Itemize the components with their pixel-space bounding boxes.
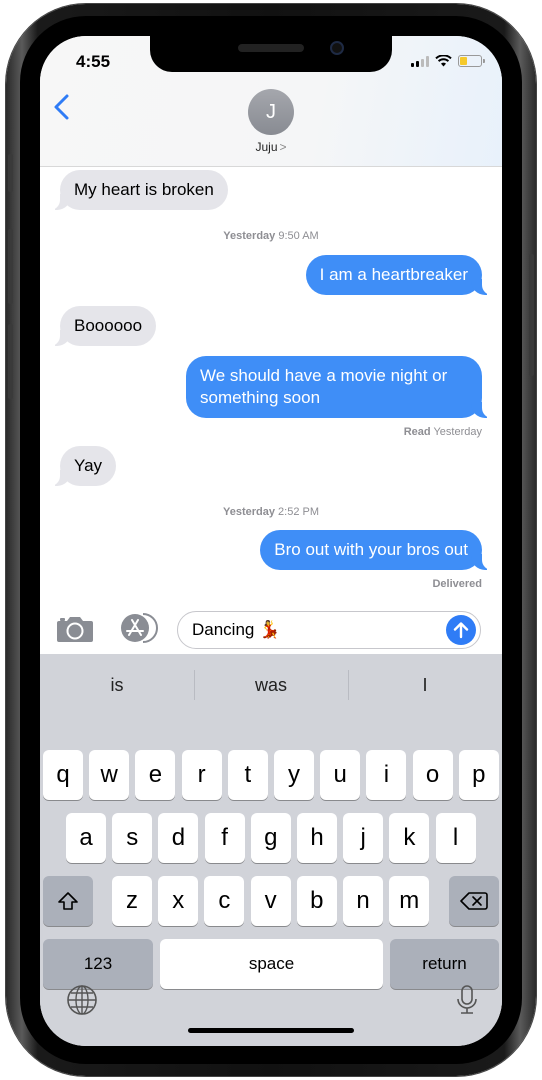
key-z[interactable]: z	[112, 876, 152, 926]
message-text: I am a heartbreaker	[319, 265, 468, 284]
contact-name: Juju	[255, 140, 278, 154]
delivery-receipt: Delivered	[432, 578, 482, 590]
key-g[interactable]: g	[250, 813, 291, 863]
timestamp: Yesterday 9:50 AM	[40, 230, 502, 242]
numbers-key[interactable]: 123	[43, 939, 153, 989]
timestamp-day: Yesterday	[223, 230, 276, 242]
app-store-button[interactable]	[117, 612, 159, 644]
message-bubble-incoming[interactable]: Yay	[49, 446, 117, 486]
message-text: Bro out with your bros out	[274, 540, 468, 559]
return-key[interactable]: return	[390, 939, 499, 989]
volume-up-button	[8, 229, 13, 304]
send-button[interactable]	[446, 615, 476, 645]
key-x[interactable]: x	[158, 876, 199, 926]
keyboard: is was I qwertyuiopasdfghjklzxcvbnm 123 …	[40, 654, 502, 1046]
speaker-grille	[238, 44, 304, 52]
suggestion-3[interactable]: I	[348, 654, 502, 716]
key-s[interactable]: s	[112, 813, 153, 863]
timestamp-time: 9:50 AM	[278, 230, 319, 242]
wifi-icon	[435, 55, 452, 67]
key-w[interactable]: w	[89, 750, 130, 800]
app-store-icon	[121, 613, 158, 643]
dictation-button[interactable]	[456, 984, 478, 1016]
key-e[interactable]: e	[135, 750, 176, 800]
message-text: My heart is broken	[74, 180, 214, 199]
contact-name-button[interactable]: Juju >	[40, 140, 502, 154]
message-text: Yay	[74, 456, 103, 475]
battery-icon	[458, 55, 485, 67]
key-a[interactable]: a	[66, 813, 106, 863]
message-text: Boooooo	[74, 316, 143, 335]
timestamp-time: 2:52 PM	[278, 506, 319, 518]
key-u[interactable]: u	[320, 750, 361, 800]
receipt-status: Read	[403, 426, 431, 438]
message-input-value: Dancing 💃	[192, 620, 281, 639]
chevron-right-icon: >	[279, 140, 287, 154]
key-k[interactable]: k	[389, 813, 430, 863]
shift-icon	[58, 892, 78, 910]
message-bubble-outgoing[interactable]: Bro out with your bros out	[260, 530, 492, 570]
predictive-bar: is was I	[40, 654, 502, 716]
message-bubble-outgoing[interactable]: We should have a movie night or somethin…	[186, 356, 492, 418]
key-q[interactable]: q	[43, 750, 83, 800]
home-indicator[interactable]	[188, 1028, 354, 1033]
delete-icon	[460, 892, 488, 910]
arrow-up-icon	[453, 622, 469, 639]
suggestion-2[interactable]: was	[194, 654, 348, 716]
key-b[interactable]: b	[296, 876, 337, 926]
message-input[interactable]: Dancing 💃	[177, 611, 481, 649]
chevron-left-icon	[54, 94, 69, 120]
key-l[interactable]: l	[435, 813, 476, 863]
key-n[interactable]: n	[343, 876, 383, 926]
key-f[interactable]: f	[204, 813, 245, 863]
cellular-signal-icon	[411, 55, 429, 67]
read-receipt: Read Yesterday	[404, 426, 482, 438]
key-o[interactable]: o	[412, 750, 453, 800]
composer: Dancing 💃	[40, 602, 502, 654]
space-key[interactable]: space	[160, 939, 383, 989]
key-m[interactable]: m	[389, 876, 430, 926]
side-button	[529, 254, 534, 376]
receipt-detail: Yesterday	[433, 426, 482, 438]
globe-button[interactable]	[66, 984, 98, 1016]
back-button[interactable]	[50, 92, 74, 122]
key-r[interactable]: r	[181, 750, 222, 800]
key-j[interactable]: j	[343, 813, 384, 863]
message-bubble-outgoing[interactable]: I am a heartbreaker	[305, 255, 493, 295]
silent-switch	[8, 154, 13, 192]
key-i[interactable]: i	[366, 750, 407, 800]
battery-level	[460, 57, 467, 65]
message-bubble-incoming[interactable]: Boooooo	[49, 306, 157, 346]
suggestion-1[interactable]: is	[40, 654, 194, 716]
key-t[interactable]: t	[227, 750, 268, 800]
key-p[interactable]: p	[458, 750, 499, 800]
timestamp-day: Yesterday	[222, 506, 275, 518]
microphone-icon	[457, 985, 477, 1014]
camera-icon	[57, 617, 93, 642]
delete-key[interactable]	[449, 876, 499, 926]
key-d[interactable]: d	[158, 813, 199, 863]
status-time: 4:55	[76, 52, 111, 71]
screen: J Juju > 4:55 My heart is broken Yesterda…	[40, 36, 502, 1046]
notch	[150, 36, 392, 72]
receipt-status: Delivered	[432, 578, 482, 590]
avatar-initial: J	[266, 100, 276, 123]
front-camera	[330, 41, 344, 55]
timestamp: Yesterday 2:52 PM	[40, 506, 502, 518]
shift-key[interactable]	[43, 876, 93, 926]
message-text: We should have a movie night or somethin…	[200, 366, 448, 407]
key-v[interactable]: v	[250, 876, 291, 926]
globe-icon	[67, 985, 97, 1015]
contact-avatar[interactable]: J	[248, 89, 294, 135]
key-c[interactable]: c	[204, 876, 245, 926]
key-h[interactable]: h	[297, 813, 337, 863]
camera-button[interactable]	[56, 614, 94, 644]
message-bubble-incoming[interactable]: My heart is broken	[50, 170, 228, 210]
volume-down-button	[8, 324, 13, 399]
key-y[interactable]: y	[274, 750, 314, 800]
message-list[interactable]: My heart is broken Yesterday 9:50 AM I a…	[40, 168, 502, 598]
status-icons	[411, 55, 485, 67]
